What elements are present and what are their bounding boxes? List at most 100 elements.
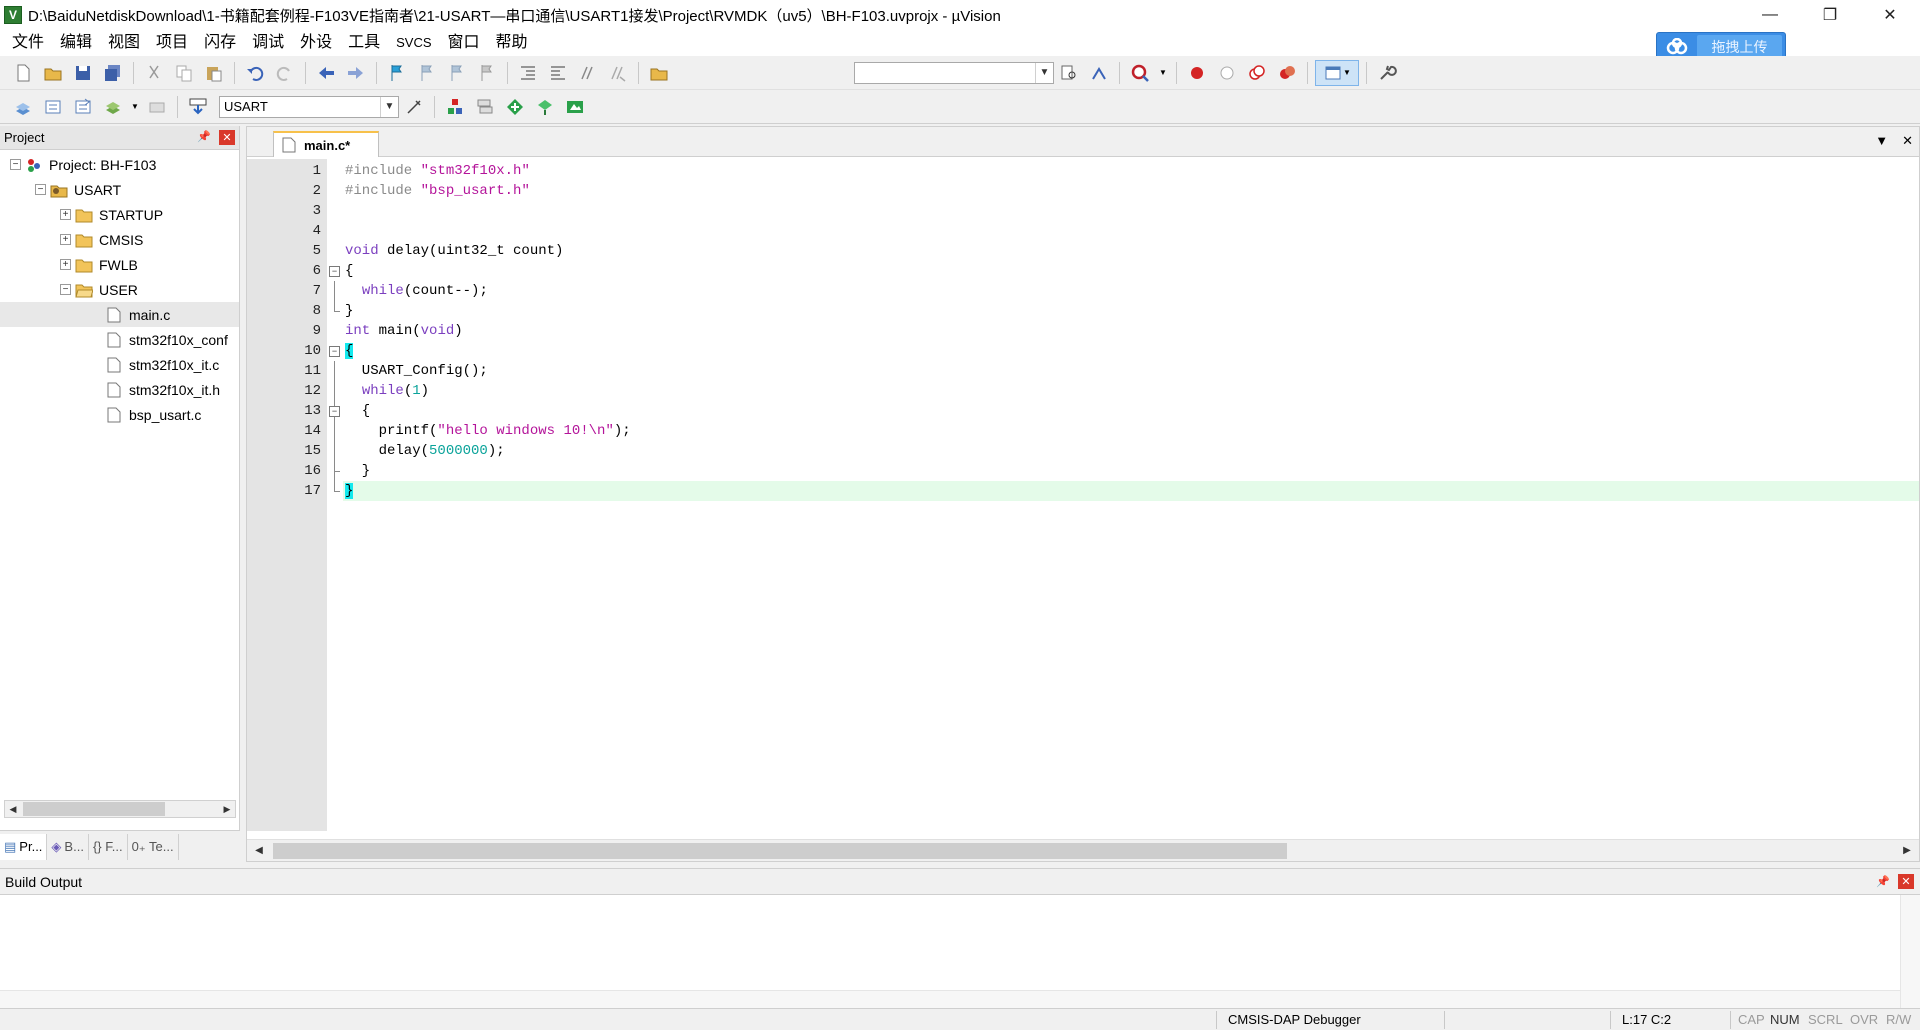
menu-project[interactable]: 项目: [148, 30, 196, 56]
project-horizontal-scrollbar[interactable]: ◀ ▶: [4, 800, 236, 818]
scroll-left-icon[interactable]: ◀: [5, 804, 21, 815]
open-folder-icon[interactable]: [40, 60, 66, 86]
debug-session-icon[interactable]: [1127, 60, 1153, 86]
cut-icon[interactable]: [141, 60, 167, 86]
bookmark-next-icon[interactable]: [444, 60, 470, 86]
scroll-right-icon[interactable]: ▶: [219, 804, 235, 815]
code-line[interactable]: [343, 201, 1919, 221]
build-icon[interactable]: [40, 94, 66, 120]
tab-main-c[interactable]: main.c*: [273, 131, 379, 157]
scroll-left-icon[interactable]: ◀: [249, 845, 269, 856]
tree-file-it-c[interactable]: stm32f10x_it.c: [0, 352, 239, 377]
tree-item-group-startup[interactable]: + STARTUP: [0, 202, 239, 227]
pin-icon[interactable]: 📌: [197, 130, 211, 143]
new-file-icon[interactable]: [10, 60, 36, 86]
tree-item-group-user[interactable]: − USER: [0, 277, 239, 302]
code-line[interactable]: USART_Config();: [343, 361, 1919, 381]
expand-icon[interactable]: +: [60, 259, 71, 270]
tree-file-conf[interactable]: stm32f10x_conf: [0, 327, 239, 352]
fold-toggle[interactable]: −: [327, 341, 343, 361]
select-packs-icon[interactable]: [532, 94, 558, 120]
chevron-down-icon[interactable]: ▼: [130, 94, 140, 120]
collapse-icon[interactable]: −: [35, 184, 46, 195]
window-layout-icon[interactable]: ▼: [1315, 59, 1359, 86]
code-line[interactable]: printf("hello windows 10!\n");: [343, 421, 1919, 441]
kill-breakpoints-icon[interactable]: [1274, 60, 1300, 86]
fold-toggle[interactable]: −: [327, 401, 343, 421]
stop-build-icon[interactable]: [144, 94, 170, 120]
menu-view[interactable]: 视图: [100, 30, 148, 56]
code-line[interactable]: #include "bsp_usart.h": [343, 181, 1919, 201]
menu-file[interactable]: 文件: [4, 30, 52, 56]
undo-icon[interactable]: [242, 60, 268, 86]
save-all-icon[interactable]: [100, 60, 126, 86]
bookmark-prev-icon[interactable]: [414, 60, 440, 86]
expand-icon[interactable]: +: [60, 234, 71, 245]
translate-icon[interactable]: [10, 94, 36, 120]
chevron-down-icon[interactable]: ▼: [1157, 60, 1169, 86]
tab-list-dropdown-icon[interactable]: ▼: [1875, 133, 1888, 149]
bookmark-toggle-icon[interactable]: [384, 60, 410, 86]
menu-flash[interactable]: 闪存: [196, 30, 244, 56]
close-window-button[interactable]: ✕: [1860, 0, 1920, 30]
insert-breakpoint-icon[interactable]: [1184, 60, 1210, 86]
close-icon[interactable]: ✕: [1898, 874, 1914, 889]
tree-item-target-usart[interactable]: − USART: [0, 177, 239, 202]
paste-icon[interactable]: [201, 60, 227, 86]
tree-item-group-cmsis[interactable]: + CMSIS: [0, 227, 239, 252]
collapse-icon[interactable]: −: [60, 284, 71, 295]
code-line[interactable]: }: [343, 481, 1919, 501]
expand-icon[interactable]: +: [60, 209, 71, 220]
pin-icon[interactable]: 📌: [1876, 875, 1890, 888]
download-load-icon[interactable]: [185, 94, 211, 120]
code-line[interactable]: }: [343, 301, 1919, 321]
menu-edit[interactable]: 编辑: [52, 30, 100, 56]
collapse-icon[interactable]: −: [10, 159, 21, 170]
code-text-area[interactable]: #include "stm32f10x.h" #include "bsp_usar…: [343, 159, 1919, 831]
rebuild-icon[interactable]: [70, 94, 96, 120]
code-line[interactable]: {: [343, 341, 1919, 361]
code-line[interactable]: while(1): [343, 381, 1919, 401]
scroll-thumb[interactable]: [273, 842, 1287, 859]
scroll-thumb[interactable]: [23, 802, 165, 816]
menu-debug[interactable]: 调试: [244, 30, 292, 56]
pack-installer-icon[interactable]: [502, 94, 528, 120]
env-config-icon[interactable]: [562, 94, 588, 120]
code-line[interactable]: {: [343, 401, 1919, 421]
save-icon[interactable]: [70, 60, 96, 86]
tab-project[interactable]: ▤ Pr...: [0, 833, 48, 860]
find-icon[interactable]: [1056, 60, 1082, 86]
target-select[interactable]: USART ▼: [219, 95, 399, 118]
comment-icon[interactable]: [575, 60, 601, 86]
code-editor[interactable]: 1 2 3 4 5 6 7 8 9 10 11 12 13 14 15 16 17 − − − #include…: [247, 159, 1919, 831]
menu-help[interactable]: 帮助: [488, 30, 536, 56]
incremental-find-icon[interactable]: [1086, 60, 1112, 86]
menu-svcs[interactable]: SVCS: [388, 30, 439, 56]
file-extensions-icon[interactable]: [472, 94, 498, 120]
manage-components-icon[interactable]: [442, 94, 468, 120]
disable-breakpoints-icon[interactable]: [1244, 60, 1270, 86]
tree-item-project-root[interactable]: − Project: BH-F103: [0, 152, 239, 177]
redo-icon[interactable]: [272, 60, 298, 86]
tab-functions[interactable]: {} F...: [89, 833, 128, 860]
code-line[interactable]: void delay(uint32_t count): [343, 241, 1919, 261]
bookmark-clear-icon[interactable]: [474, 60, 500, 86]
menu-window[interactable]: 窗口: [440, 30, 488, 56]
tree-file-it-h[interactable]: stm32f10x_it.h: [0, 377, 239, 402]
tree-file-main-c[interactable]: main.c: [0, 302, 239, 327]
uncomment-icon[interactable]: [605, 60, 631, 86]
tab-books[interactable]: ◈ B...: [47, 833, 89, 860]
find-combo[interactable]: ▼: [854, 61, 1054, 84]
code-line[interactable]: int main(void): [343, 321, 1919, 341]
enable-breakpoint-icon[interactable]: [1214, 60, 1240, 86]
build-output-horizontal-scrollbar[interactable]: [0, 990, 1900, 1008]
indent-icon[interactable]: [515, 60, 541, 86]
minimize-button[interactable]: —: [1740, 0, 1800, 30]
batch-build-icon[interactable]: [100, 94, 126, 120]
find-in-files-icon[interactable]: [646, 60, 672, 86]
close-icon[interactable]: ✕: [219, 130, 235, 145]
menu-peripherals[interactable]: 外设: [292, 30, 340, 56]
code-line[interactable]: }: [343, 461, 1919, 481]
code-line[interactable]: #include "stm32f10x.h": [343, 161, 1919, 181]
tree-file-bsp-usart[interactable]: bsp_usart.c: [0, 402, 239, 427]
